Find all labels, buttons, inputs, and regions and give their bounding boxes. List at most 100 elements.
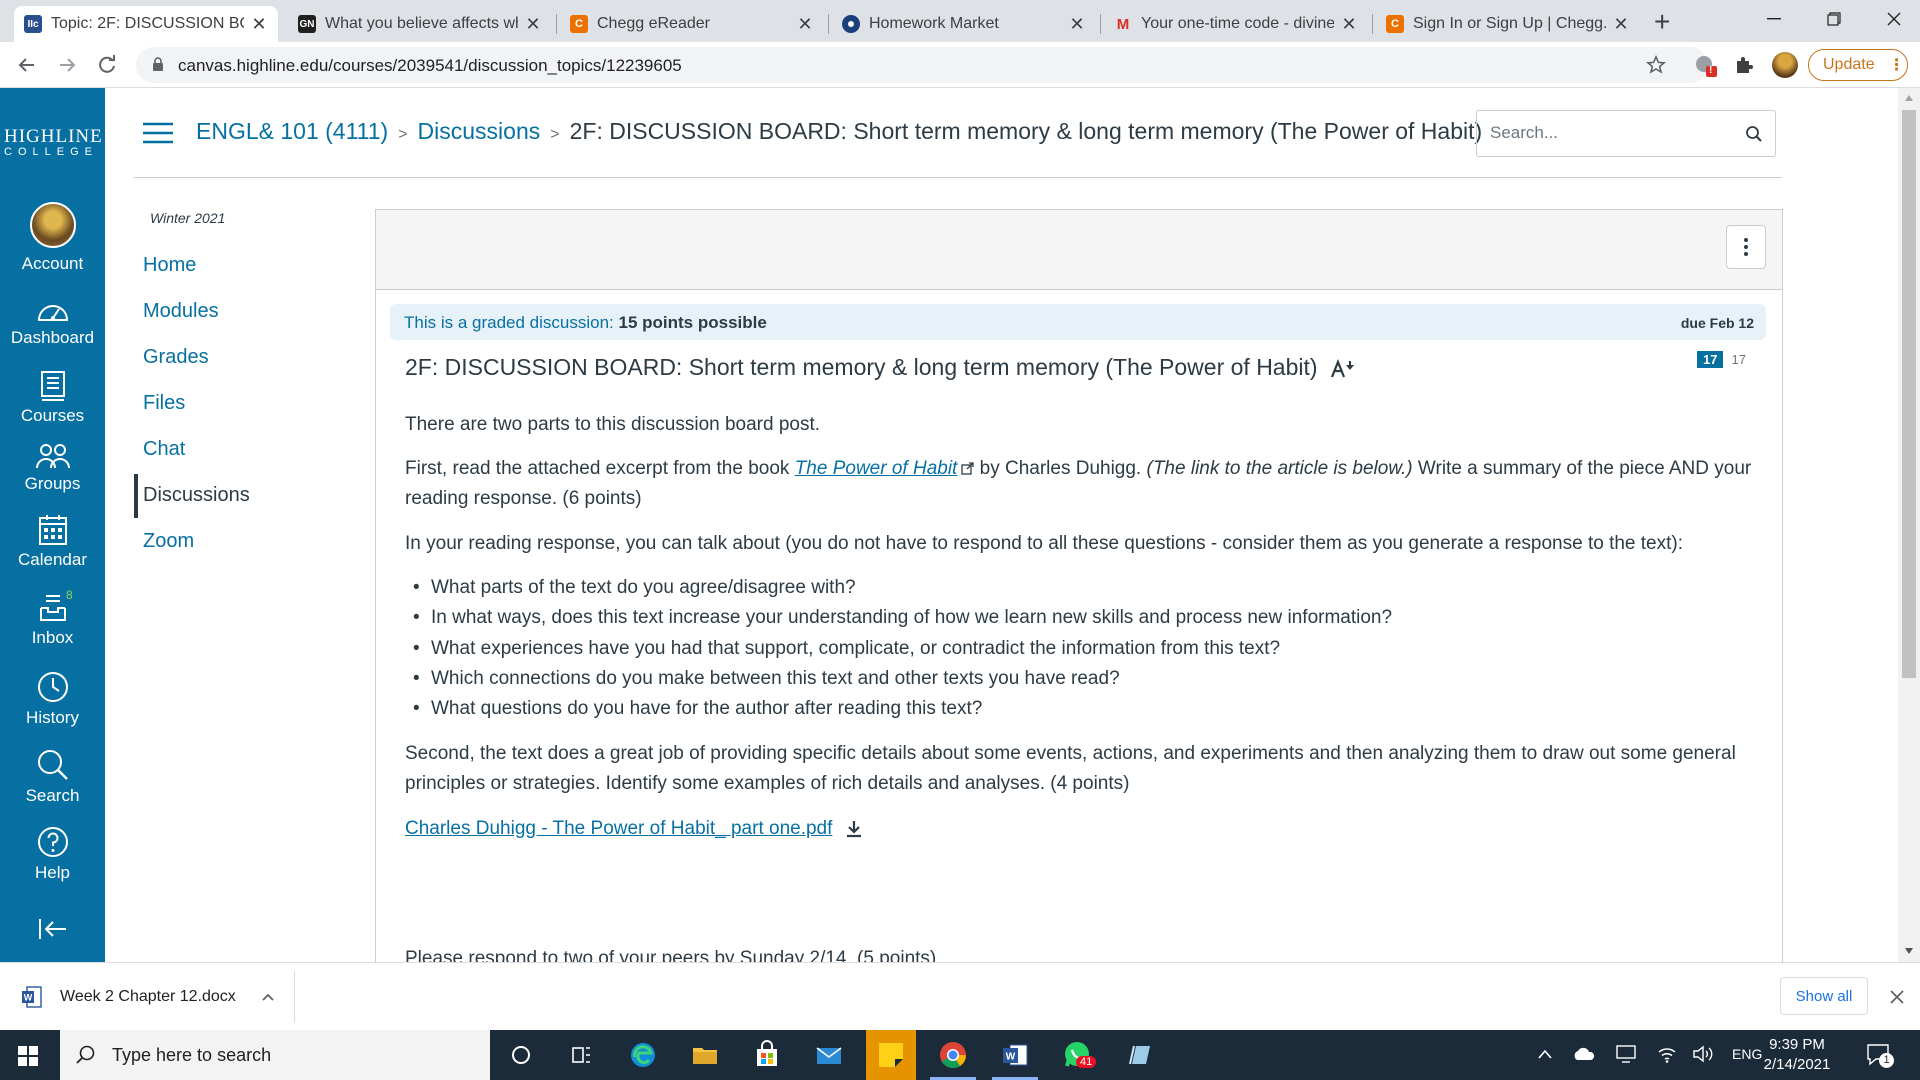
course-nav-grades[interactable]: Grades <box>143 346 209 369</box>
menu-dots-icon: ⋮ <box>1888 57 1905 74</box>
notifications-icon[interactable]: 1 <box>1866 1042 1894 1068</box>
course-term: Winter 2021 <box>150 210 226 226</box>
notes-app-icon[interactable] <box>1122 1038 1156 1072</box>
highline-college-logo[interactable]: HIGHLINE COLLEGE <box>4 126 104 158</box>
nav-courses[interactable]: Courses <box>0 370 105 426</box>
breadcrumb-discussions[interactable]: Discussions <box>418 118 541 144</box>
word-icon[interactable]: W <box>992 1038 1038 1080</box>
browser-tab[interactable]: GN What you believe affects wha ✕ <box>288 6 552 42</box>
course-nav-discussions[interactable]: Discussions <box>143 484 250 507</box>
browser-tab[interactable]: C Sign In or Sign Up | Chegg.cc ✕ <box>1376 6 1640 42</box>
courses-icon <box>40 371 65 401</box>
hamburger-menu-icon[interactable] <box>143 122 173 144</box>
nav-inbox[interactable]: 8 Inbox <box>0 588 105 648</box>
search-icon[interactable] <box>1745 125 1763 143</box>
back-icon[interactable] <box>16 54 38 76</box>
volume-icon[interactable] <box>1692 1045 1714 1063</box>
more-options-button[interactable] <box>1726 225 1766 269</box>
search-input[interactable] <box>1490 123 1730 143</box>
tab-close-icon[interactable]: ✕ <box>250 14 268 35</box>
inbox-icon <box>39 595 66 621</box>
tab-close-icon[interactable]: ✕ <box>1612 14 1630 35</box>
new-tab-button[interactable]: + <box>1654 6 1670 38</box>
page-scrollbar[interactable] <box>1898 88 1920 962</box>
taskbar-search[interactable]: Type here to search <box>60 1030 490 1080</box>
close-window-button[interactable] <box>1864 0 1920 38</box>
onedrive-icon[interactable] <box>1572 1047 1596 1061</box>
wifi-icon[interactable] <box>1656 1045 1678 1063</box>
course-nav-modules[interactable]: Modules <box>143 300 219 323</box>
tab-title: What you believe affects wha <box>325 15 518 32</box>
close-shelf-icon[interactable] <box>1890 990 1904 1004</box>
nav-dashboard[interactable]: Dashboard <box>0 298 105 348</box>
display-icon[interactable] <box>1616 1044 1638 1064</box>
course-nav-zoom[interactable]: Zoom <box>143 530 194 553</box>
tab-title: Homework Market <box>869 15 999 32</box>
reload-icon[interactable] <box>96 54 118 76</box>
whatsapp-icon[interactable]: 41 <box>1060 1038 1097 1072</box>
dashboard-icon <box>37 305 68 321</box>
chevron-up-icon[interactable] <box>262 993 274 1001</box>
tray-chevron-up-icon[interactable] <box>1538 1049 1552 1059</box>
graded-discussion-banner: This is a graded discussion: 15 points p… <box>390 304 1766 340</box>
windows-start-icon[interactable] <box>18 1046 38 1066</box>
address-bar[interactable]: canvas.highline.edu/courses/2039541/disc… <box>136 47 1708 83</box>
download-icon[interactable] <box>846 820 862 838</box>
graded-label: This is a graded discussion: <box>404 313 614 332</box>
lock-icon <box>152 57 164 72</box>
chevron-right-icon: > <box>550 126 560 143</box>
show-all-button[interactable]: Show all <box>1780 977 1868 1015</box>
nav-account[interactable]: Account <box>0 202 105 274</box>
update-button[interactable]: Update ⋮ <box>1808 49 1908 81</box>
search-icon <box>76 1045 95 1064</box>
sticky-notes-icon[interactable] <box>866 1030 916 1080</box>
bookmark-star-icon[interactable] <box>1646 55 1666 75</box>
book-link[interactable]: The Power of Habit <box>795 458 958 479</box>
file-explorer-icon[interactable] <box>688 1038 722 1072</box>
chrome-icon[interactable] <box>930 1038 976 1080</box>
puzzle-extensions-icon[interactable] <box>1734 55 1754 75</box>
minimize-button[interactable] <box>1744 0 1804 38</box>
extension-badge: ! <box>1709 65 1713 76</box>
text-size-icon[interactable] <box>1330 358 1356 379</box>
whatsapp-badge: 41 <box>1076 1056 1097 1068</box>
collapse-nav-icon[interactable] <box>0 918 105 944</box>
browser-tab[interactable]: Homework Market ✕ <box>832 6 1096 42</box>
tab-close-icon[interactable]: ✕ <box>1068 14 1086 35</box>
browser-tab[interactable]: M Your one-time code - divinel ✕ <box>1104 6 1368 42</box>
browser-tab-active[interactable]: IIc Topic: 2F: DISCUSSION BOAR ✕ <box>14 6 278 42</box>
nav-calendar[interactable]: Calendar <box>0 514 105 570</box>
nav-groups[interactable]: Groups <box>0 442 105 494</box>
breadcrumb-current: 2F: DISCUSSION BOARD: Short term memory … <box>569 118 1483 144</box>
cortana-icon[interactable] <box>504 1038 538 1072</box>
extension-icon[interactable]: ! <box>1694 54 1718 78</box>
nav-search[interactable]: Search <box>0 748 105 806</box>
scrollbar-thumb[interactable] <box>1902 110 1916 678</box>
tab-close-icon[interactable]: ✕ <box>796 14 814 35</box>
history-icon <box>37 672 68 702</box>
attachment-link[interactable]: Charles Duhigg - The Power of Habit_ par… <box>405 818 832 839</box>
reply-counts: 17 17 <box>1697 351 1748 368</box>
response-intro: In your reading response, you can talk a… <box>405 533 1684 554</box>
external-link-icon <box>961 462 974 476</box>
course-nav-chat[interactable]: Chat <box>143 438 185 461</box>
course-nav-home[interactable]: Home <box>143 254 196 277</box>
tab-close-icon[interactable]: ✕ <box>1340 14 1358 35</box>
nav-help[interactable]: Help <box>0 825 105 883</box>
task-view-icon[interactable] <box>564 1038 598 1072</box>
edge-icon[interactable] <box>626 1038 660 1072</box>
forward-icon[interactable] <box>56 54 78 76</box>
tab-title: Chegg eReader <box>597 15 710 32</box>
profile-avatar[interactable] <box>1772 52 1798 78</box>
mail-icon[interactable] <box>812 1038 846 1072</box>
tab-close-icon[interactable]: ✕ <box>524 14 542 35</box>
store-icon[interactable] <box>750 1038 784 1072</box>
taskbar-clock[interactable]: 9:39 PM 2/14/2021 <box>1752 1035 1842 1075</box>
browser-tab[interactable]: C Chegg eReader ✕ <box>560 6 824 42</box>
breadcrumb-course[interactable]: ENGL& 101 (4111) <box>196 118 388 144</box>
download-item[interactable]: W Week 2 Chapter 12.docx <box>22 977 274 1017</box>
course-nav-files[interactable]: Files <box>143 392 185 415</box>
clock-time: 9:39 PM <box>1769 1036 1825 1053</box>
nav-history[interactable]: History <box>0 670 105 728</box>
restore-button[interactable] <box>1804 0 1864 38</box>
